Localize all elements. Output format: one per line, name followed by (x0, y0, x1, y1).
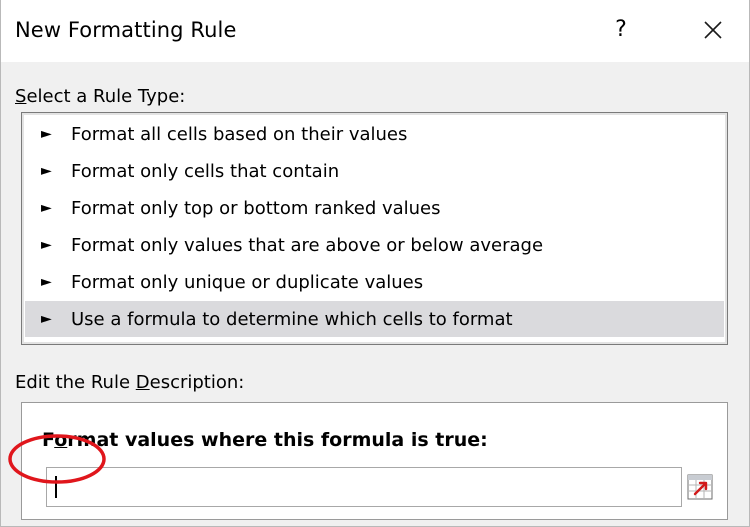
formula-input[interactable] (47, 468, 681, 506)
edit-rule-description-label-rest: escription: (149, 372, 245, 393)
rule-type-item[interactable]: ► Format only top or bottom ranked value… (25, 190, 724, 226)
expand-arrow-icon: ► (41, 274, 52, 290)
rule-type-label: Use a formula to determine which cells t… (71, 308, 513, 330)
rule-type-item[interactable]: ► Use a formula to determine which cells… (25, 301, 724, 337)
rule-type-item[interactable]: ► Format only unique or duplicate values (25, 264, 724, 300)
rule-type-item[interactable]: ► Format only values that are above or b… (25, 227, 724, 263)
close-icon (704, 21, 722, 39)
rule-type-label: Format only top or bottom ranked values (71, 197, 441, 219)
expand-arrow-icon: ► (41, 163, 52, 179)
formula-heading-accel: o (54, 429, 68, 451)
expand-arrow-icon: ► (41, 311, 52, 327)
expand-arrow-icon: ► (41, 126, 52, 142)
new-formatting-rule-dialog: New Formatting Rule ? Select a Rule Type… (0, 0, 750, 527)
formula-heading: Format values where this formula is true… (42, 429, 488, 451)
rule-type-list[interactable]: ► Format all cells based on their values… (21, 112, 728, 345)
close-button[interactable] (695, 12, 731, 48)
dialog-title: New Formatting Rule (15, 18, 237, 42)
edit-rule-description-label-accel: D (135, 372, 150, 393)
select-rule-type-label-text: elect a Rule Type: (26, 86, 186, 107)
rule-description-panel: Format values where this formula is true… (21, 402, 728, 520)
select-rule-type-label: Select a Rule Type: (15, 86, 185, 107)
rule-type-label: Format only unique or duplicate values (71, 271, 424, 293)
select-rule-type-label-accel: S (15, 86, 27, 107)
collapse-dialog-icon (687, 474, 713, 500)
edit-rule-description-label: Edit the Rule Description: (15, 372, 244, 393)
range-selector-button[interactable] (684, 469, 716, 505)
formula-field[interactable] (46, 467, 682, 507)
formula-heading-rest: rmat values where this formula is true: (67, 429, 488, 451)
rule-type-item[interactable]: ► Format only cells that contain (25, 153, 724, 189)
rule-type-label: Format only cells that contain (71, 160, 340, 182)
text-cursor (55, 476, 57, 498)
rule-type-label: Format only values that are above or bel… (71, 234, 544, 256)
edit-rule-description-label-start: Edit the Rule (15, 372, 136, 393)
help-button[interactable]: ? (607, 14, 635, 46)
formula-heading-start: F (42, 429, 55, 451)
title-bar: New Formatting Rule ? (1, 0, 749, 62)
expand-arrow-icon: ► (41, 200, 52, 216)
rule-type-label: Format all cells based on their values (71, 123, 408, 145)
expand-arrow-icon: ► (41, 237, 52, 253)
rule-type-item[interactable]: ► Format all cells based on their values (25, 116, 724, 152)
dialog-body: Select a Rule Type: ► Format all cells b… (1, 62, 749, 526)
